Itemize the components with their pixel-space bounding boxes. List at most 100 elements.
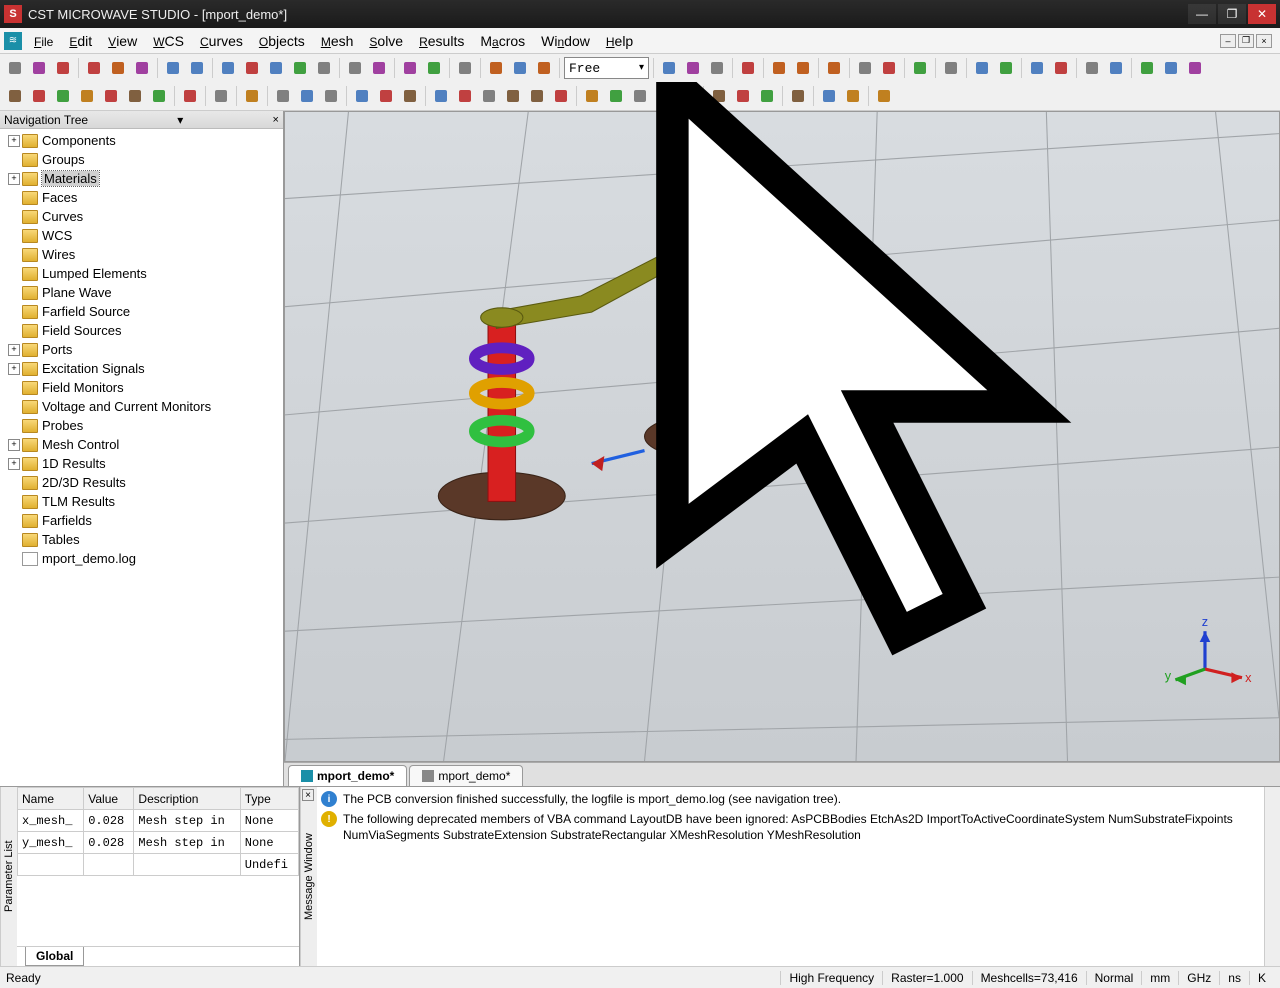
tree-item-tlm-results[interactable]: TLM Results	[2, 492, 281, 511]
doc-tab-1[interactable]: mport_demo*	[288, 765, 407, 786]
tree-item-wires[interactable]: Wires	[2, 245, 281, 264]
menu-objects[interactable]: Objects	[251, 29, 313, 53]
tree-item-field-monitors[interactable]: Field Monitors	[2, 378, 281, 397]
tree-item-curves[interactable]: Curves	[2, 207, 281, 226]
tree-item-plane-wave[interactable]: Plane Wave	[2, 283, 281, 302]
param-cell[interactable]: Mesh step in	[134, 810, 240, 832]
orbit-icon[interactable]	[241, 57, 263, 79]
open-icon[interactable]	[28, 57, 50, 79]
param-cell[interactable]: x_mesh_	[18, 810, 84, 832]
book-icon[interactable]	[351, 85, 373, 107]
param-cell[interactable]: Undefi	[240, 854, 298, 876]
vee2-icon[interactable]	[995, 57, 1017, 79]
tree-item-field-sources[interactable]: Field Sources	[2, 321, 281, 340]
menu-results[interactable]: Results	[411, 29, 472, 53]
pan-icon[interactable]	[265, 57, 287, 79]
sheet-icon[interactable]	[768, 57, 790, 79]
menu-view[interactable]: View	[100, 29, 145, 53]
maximize-button[interactable]: ❐	[1218, 4, 1246, 24]
link-icon[interactable]	[787, 85, 809, 107]
tree-item-ports[interactable]: +Ports	[2, 340, 281, 359]
grid5-icon[interactable]	[677, 85, 699, 107]
tree-item-components[interactable]: +Components	[2, 131, 281, 150]
tree-item-farfield-source[interactable]: Farfield Source	[2, 302, 281, 321]
bar2-icon[interactable]	[1105, 57, 1127, 79]
view-icon[interactable]	[368, 57, 390, 79]
lines-icon[interactable]	[737, 57, 759, 79]
end-icon[interactable]	[1184, 57, 1206, 79]
curve-icon[interactable]	[1026, 57, 1048, 79]
parameter-table[interactable]: NameValueDescriptionType x_mesh_0.028Mes…	[17, 787, 299, 946]
tree-item-groups[interactable]: Groups	[2, 150, 281, 169]
e-icon[interactable]	[478, 85, 500, 107]
param-cell[interactable]: Mesh step in	[134, 832, 240, 854]
prev-icon[interactable]	[1136, 57, 1158, 79]
app-menu-icon[interactable]: ≋	[4, 32, 22, 50]
extrude-icon[interactable]	[124, 85, 146, 107]
param-header[interactable]: Name	[18, 788, 84, 810]
menu-help[interactable]: Help	[598, 29, 641, 53]
param-cell[interactable]	[84, 854, 134, 876]
torus-icon[interactable]	[100, 85, 122, 107]
rotate-icon[interactable]	[217, 57, 239, 79]
copy-icon[interactable]	[162, 57, 184, 79]
menu-window[interactable]: Window	[533, 29, 598, 53]
param-header[interactable]: Value	[84, 788, 134, 810]
zoom-icon[interactable]	[289, 57, 311, 79]
r-icon[interactable]	[502, 85, 524, 107]
tree-item-wcs[interactable]: WCS	[2, 226, 281, 245]
circ1-icon[interactable]	[708, 85, 730, 107]
box-icon[interactable]	[454, 57, 476, 79]
skip-fwd-icon[interactable]	[842, 85, 864, 107]
menu-wcs[interactable]: WCS	[145, 29, 192, 53]
tree-item-materials[interactable]: +Materials	[2, 169, 281, 188]
vee-icon[interactable]	[971, 57, 993, 79]
abc-icon[interactable]	[241, 85, 263, 107]
tree-item-farfields[interactable]: Farfields	[2, 511, 281, 530]
menu-curves[interactable]: Curves	[192, 29, 251, 53]
pick2-icon[interactable]	[509, 57, 531, 79]
clock-icon[interactable]	[210, 85, 232, 107]
tree-item-2d-3d-results[interactable]: 2D/3D Results	[2, 473, 281, 492]
expander-icon[interactable]: +	[8, 135, 20, 147]
tree-item-voltage-and-current-monitors[interactable]: Voltage and Current Monitors	[2, 397, 281, 416]
tree-item-mport-demo-log[interactable]: mport_demo.log	[2, 549, 281, 568]
tree-item-mesh-control[interactable]: +Mesh Control	[2, 435, 281, 454]
pick-icon[interactable]	[485, 57, 507, 79]
message-content[interactable]: iThe PCB conversion finished successfull…	[317, 787, 1264, 966]
menu-solve[interactable]: Solve	[361, 29, 411, 53]
curve2-icon[interactable]	[1050, 57, 1072, 79]
close-button[interactable]: ✕	[1248, 4, 1276, 24]
sphere-icon[interactable]	[28, 85, 50, 107]
sheet3-icon[interactable]	[179, 85, 201, 107]
minimize-button[interactable]: —	[1188, 4, 1216, 24]
extrude2-icon[interactable]	[148, 85, 170, 107]
redo-icon[interactable]	[131, 57, 153, 79]
param-cell[interactable]: None	[240, 810, 298, 832]
param-cell[interactable]: y_mesh_	[18, 832, 84, 854]
bar-icon[interactable]	[1081, 57, 1103, 79]
pick3-icon[interactable]	[533, 57, 555, 79]
tlm-icon[interactable]	[550, 85, 572, 107]
print-icon[interactable]	[83, 57, 105, 79]
grid4-icon[interactable]	[653, 85, 675, 107]
param-tab-global[interactable]: Global	[25, 947, 84, 966]
mdi-restore-button[interactable]: ❐	[1238, 34, 1254, 48]
viewport-3d[interactable]: z x y	[284, 111, 1280, 762]
cube-icon[interactable]	[658, 57, 680, 79]
undo-icon[interactable]	[107, 57, 129, 79]
circ3-icon[interactable]	[756, 85, 778, 107]
grid6-icon[interactable]	[873, 85, 895, 107]
p-icon[interactable]	[454, 85, 476, 107]
message-scrollbar[interactable]	[1264, 787, 1280, 966]
expander-icon[interactable]: +	[8, 439, 20, 451]
menu-mesh[interactable]: Mesh	[313, 29, 362, 53]
slash-icon[interactable]	[854, 57, 876, 79]
menu-file[interactable]: File	[26, 29, 61, 53]
cone-icon[interactable]	[52, 85, 74, 107]
mdi-minimize-button[interactable]: –	[1220, 34, 1236, 48]
param-row[interactable]: y_mesh_0.028Mesh step inNone	[18, 832, 299, 854]
menu-macros[interactable]: Macros	[472, 29, 533, 53]
fit-icon[interactable]	[344, 57, 366, 79]
expander-icon[interactable]: +	[8, 458, 20, 470]
